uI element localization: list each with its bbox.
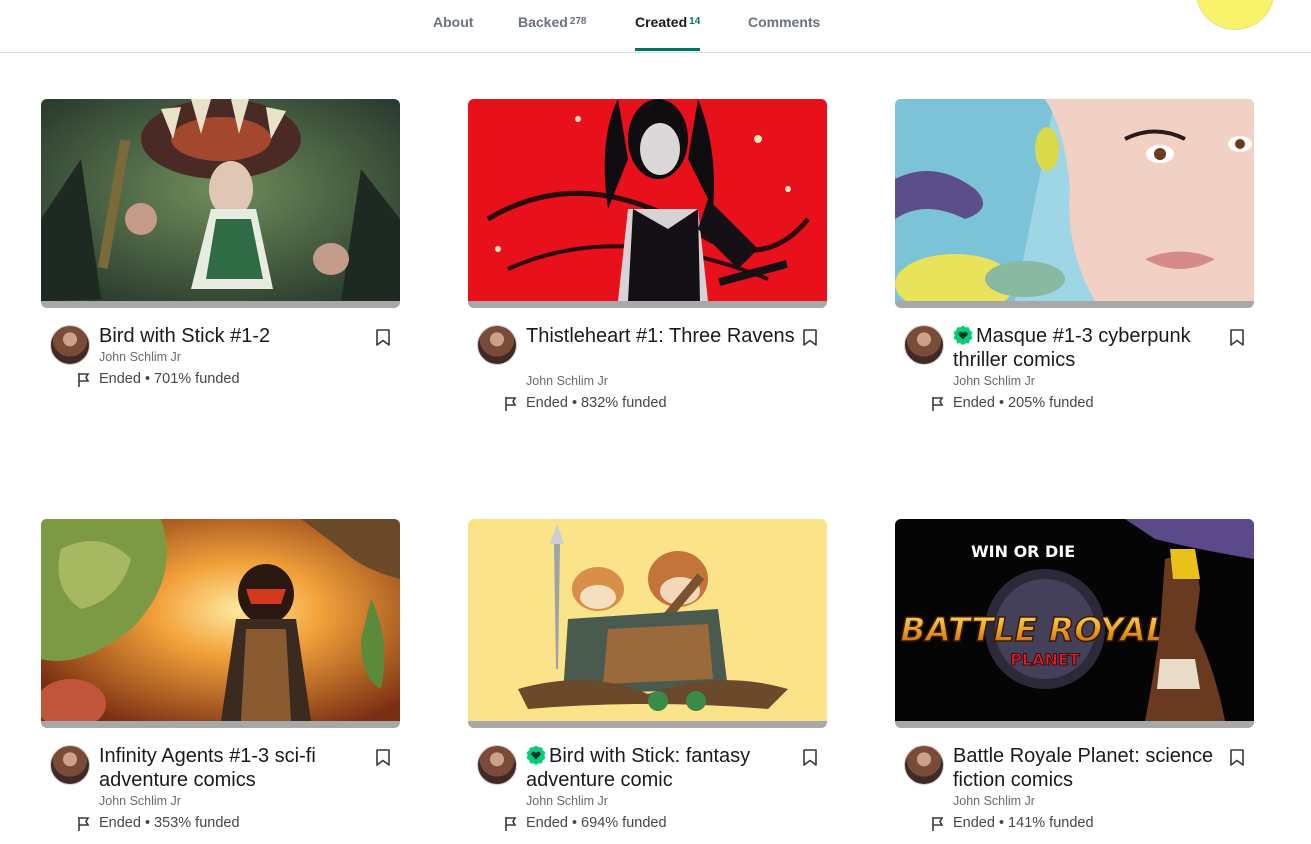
project-card: Bird with Stick #1-2 John Schlim Jr Ende…	[41, 99, 401, 419]
tab-backed-label: Backed	[518, 14, 568, 30]
bookmark-icon[interactable]	[375, 749, 391, 767]
tab-about-label: About	[433, 14, 474, 30]
profile-tabs-bar: About Backed 278 Created 14 Comments	[0, 0, 1311, 53]
progress-bar	[895, 301, 1254, 308]
project-card: Masque #1-3 cyberpunk thriller comics Jo…	[895, 99, 1255, 419]
project-card: Thistleheart #1: Three Ravens John Schli…	[468, 99, 828, 419]
project-image[interactable]	[468, 519, 827, 728]
tab-created-label: Created	[635, 14, 688, 30]
project-title-text: Infinity Agents #1-3 sci-fi adventure co…	[99, 745, 316, 791]
masque-art	[895, 99, 1254, 301]
project-status-text: Ended • 694% funded	[526, 815, 667, 831]
bookmark-icon[interactable]	[1229, 749, 1245, 767]
flag-icon	[505, 817, 517, 831]
project-image[interactable]	[895, 99, 1254, 308]
creator-name[interactable]: John Schlim Jr	[99, 794, 181, 808]
tab-backed-count: 278	[569, 16, 587, 27]
creator-avatar[interactable]	[477, 745, 517, 785]
project-status-text: Ended • 353% funded	[99, 815, 240, 831]
flag-icon	[505, 397, 517, 411]
project-title-text: Thistleheart #1: Three Ravens	[526, 325, 795, 347]
creator-name[interactable]: John Schlim Jr	[526, 794, 608, 808]
creator-avatar[interactable]	[50, 745, 90, 785]
project-image[interactable]	[41, 519, 400, 728]
tab-comments[interactable]: Comments	[748, 14, 820, 30]
creator-name[interactable]: John Schlim Jr	[953, 374, 1035, 388]
project-title-text: Battle Royale Planet: science fiction co…	[953, 745, 1214, 791]
thistleheart-art	[468, 99, 827, 301]
creator-avatar[interactable]	[904, 325, 944, 365]
project-title-text: Bird with Stick #1-2	[99, 325, 271, 347]
project-title[interactable]: Thistleheart #1: Three Ravens	[526, 324, 796, 348]
tab-about[interactable]: About	[433, 14, 473, 30]
project-title-text: Masque #1-3 cyberpunk thriller comics	[953, 325, 1191, 371]
creator-avatar[interactable]	[904, 745, 944, 785]
tab-comments-label: Comments	[748, 14, 821, 30]
progress-bar	[895, 721, 1254, 728]
infinity-agents-art	[41, 519, 400, 721]
progress-bar	[41, 721, 400, 728]
project-image[interactable]	[468, 99, 827, 308]
creator-name[interactable]: John Schlim Jr	[953, 794, 1035, 808]
art-tagline: WIN OR DIE	[971, 542, 1075, 561]
progress-bar	[41, 301, 400, 308]
creator-avatar[interactable]	[50, 325, 90, 365]
bookmark-icon[interactable]	[802, 329, 818, 347]
tab-created-count: 14	[689, 16, 701, 27]
projects-we-love-badge-icon	[526, 745, 546, 765]
art-logo-line-2: PLANET	[1010, 650, 1080, 669]
bird-with-stick-art	[41, 99, 400, 301]
bookmark-icon[interactable]	[1229, 329, 1245, 347]
project-card: WIN OR DIE BATTLE ROYALE PLANET Battle R…	[895, 519, 1255, 839]
project-status-text: Ended • 701% funded	[99, 371, 240, 387]
bookmark-icon[interactable]	[802, 749, 818, 767]
bookmark-icon[interactable]	[375, 329, 391, 347]
battle-royale-planet-art: WIN OR DIE BATTLE ROYALE PLANET	[895, 519, 1254, 721]
creator-avatar[interactable]	[477, 325, 517, 365]
flag-icon	[78, 373, 90, 387]
project-title[interactable]: Bird with Stick #1-2	[99, 324, 369, 348]
project-card: Infinity Agents #1-3 sci-fi adventure co…	[41, 519, 401, 839]
tab-created[interactable]: Created 14	[635, 14, 701, 51]
project-title[interactable]: Infinity Agents #1-3 sci-fi adventure co…	[99, 744, 369, 792]
progress-bar	[468, 301, 827, 308]
project-title-text: Bird with Stick: fantasy adventure comic	[526, 745, 751, 791]
project-status-text: Ended • 141% funded	[953, 815, 1094, 831]
project-title[interactable]: Bird with Stick: fantasy adventure comic	[526, 744, 796, 792]
project-card: Bird with Stick: fantasy adventure comic…	[468, 519, 828, 839]
project-title[interactable]: Battle Royale Planet: science fiction co…	[953, 744, 1223, 792]
user-avatar[interactable]	[1196, 0, 1274, 30]
flag-icon	[78, 817, 90, 831]
creator-name[interactable]: John Schlim Jr	[99, 350, 181, 364]
tab-backed[interactable]: Backed 278	[518, 14, 587, 30]
progress-bar	[468, 721, 827, 728]
project-status-text: Ended • 832% funded	[526, 395, 667, 411]
projects-we-love-badge-icon	[953, 325, 973, 345]
project-status-text: Ended • 205% funded	[953, 395, 1094, 411]
project-title[interactable]: Masque #1-3 cyberpunk thriller comics	[953, 324, 1223, 372]
flag-icon	[932, 397, 944, 411]
creator-name[interactable]: John Schlim Jr	[526, 374, 608, 388]
flag-icon	[932, 817, 944, 831]
bird-with-stick-fantasy-art	[468, 519, 827, 721]
project-image[interactable]: WIN OR DIE BATTLE ROYALE PLANET	[895, 519, 1254, 728]
active-tab-indicator	[635, 48, 701, 51]
project-image[interactable]	[41, 99, 400, 308]
art-logo-line-1: BATTLE ROYALE	[900, 610, 1190, 649]
